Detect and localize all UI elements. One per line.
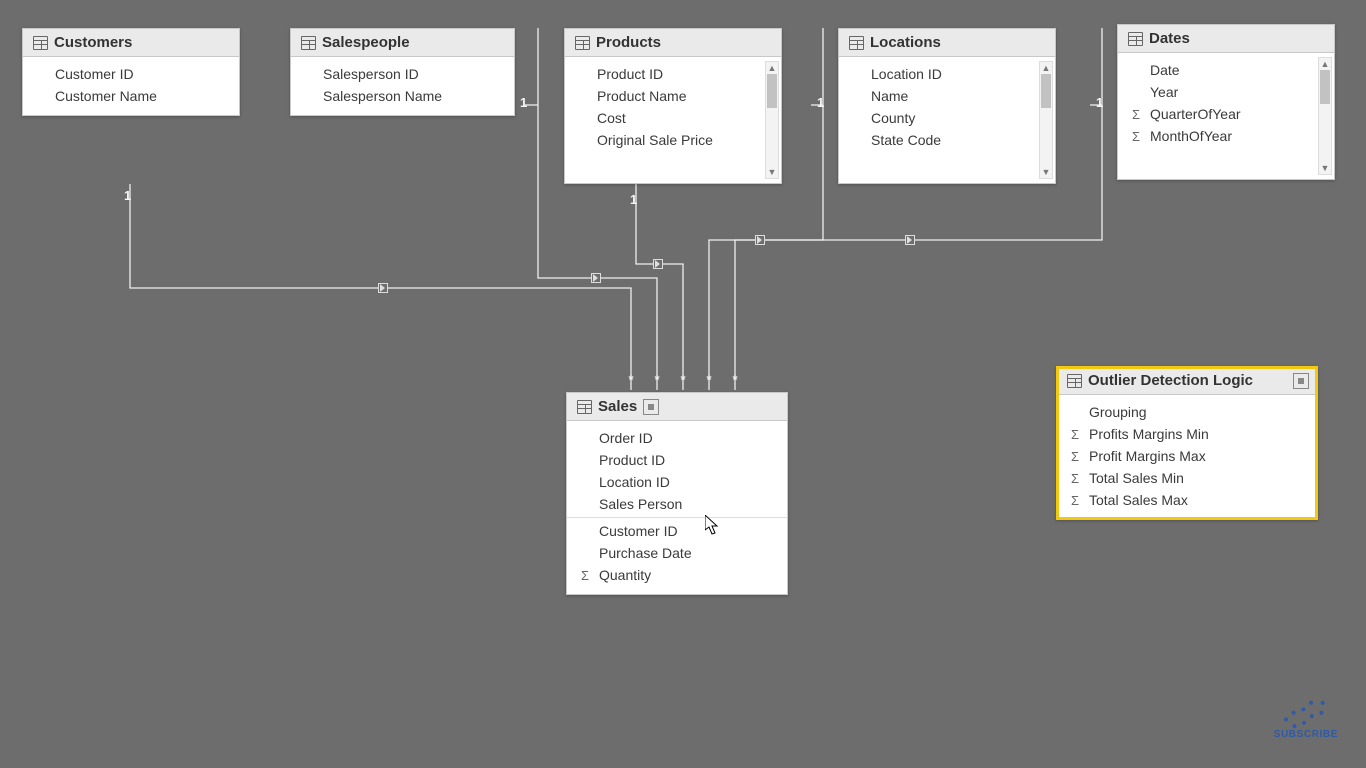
- sigma-icon: Σ: [1071, 449, 1089, 464]
- subscribe-watermark: SUBSCRIBE: [1274, 705, 1338, 740]
- cardinality-products: 1: [630, 192, 637, 207]
- field-row[interactable]: ΣOrder ID: [567, 427, 787, 449]
- table-header[interactable]: Dates: [1118, 25, 1334, 53]
- table-icon: [1128, 32, 1143, 46]
- table-salespeople[interactable]: Salespeople ΣSalesperson ID ΣSalesperson…: [290, 28, 515, 116]
- many-end-3: *: [680, 372, 685, 387]
- many-end-1: *: [628, 372, 633, 387]
- field-row[interactable]: ΣCustomer Name: [23, 85, 239, 107]
- table-locations[interactable]: Locations ΣLocation ID ΣName ΣCounty ΣSt…: [838, 28, 1056, 184]
- sigma-icon: Σ: [1071, 471, 1089, 486]
- field-row[interactable]: ΣLocation ID: [567, 471, 787, 493]
- storage-mode-icon: [643, 399, 659, 415]
- filter-direction-marker: [905, 235, 915, 245]
- table-icon: [33, 36, 48, 50]
- field-row[interactable]: ΣYear: [1118, 81, 1334, 103]
- table-title: Locations: [870, 34, 941, 51]
- field-row[interactable]: ΣName: [839, 85, 1055, 107]
- field-row[interactable]: ΣQuantity: [567, 564, 787, 586]
- sigma-icon: Σ: [1132, 107, 1150, 122]
- field-row[interactable]: ΣCounty: [839, 107, 1055, 129]
- table-icon: [577, 400, 592, 414]
- table-icon: [301, 36, 316, 50]
- filter-direction-marker: [653, 259, 663, 269]
- sigma-icon: Σ: [1071, 493, 1089, 508]
- field-row[interactable]: ΣDate: [1118, 59, 1334, 81]
- scroll-down-icon[interactable]: ▼: [768, 166, 777, 178]
- table-header[interactable]: Sales: [567, 393, 787, 421]
- table-icon: [1067, 374, 1082, 388]
- table-title: Salespeople: [322, 34, 410, 51]
- table-header[interactable]: Products: [565, 29, 781, 57]
- sigma-icon: Σ: [1071, 427, 1089, 442]
- filter-direction-marker: [591, 273, 601, 283]
- field-row[interactable]: ΣLocation ID: [839, 63, 1055, 85]
- field-row[interactable]: ΣTotal Sales Max: [1057, 489, 1317, 511]
- table-title: Products: [596, 34, 661, 51]
- field-row[interactable]: ΣSalesperson Name: [291, 85, 514, 107]
- table-products[interactable]: Products ΣProduct ID ΣProduct Name ΣCost…: [564, 28, 782, 184]
- scroll-up-icon[interactable]: ▲: [1321, 58, 1330, 70]
- table-header[interactable]: Salespeople: [291, 29, 514, 57]
- scroll-thumb[interactable]: [1320, 70, 1330, 104]
- field-row[interactable]: ΣProduct ID: [567, 449, 787, 471]
- scroll-up-icon[interactable]: ▲: [1042, 62, 1051, 74]
- field-row[interactable]: ΣProfit Margins Max: [1057, 445, 1317, 467]
- table-header[interactable]: Locations: [839, 29, 1055, 57]
- field-row[interactable]: ΣSalesperson ID: [291, 63, 514, 85]
- field-row[interactable]: ΣSales Person: [567, 493, 787, 515]
- many-end-4: *: [706, 372, 711, 387]
- scroll-thumb[interactable]: [1041, 74, 1051, 108]
- table-title: Sales: [598, 398, 637, 415]
- storage-mode-icon: [1293, 373, 1309, 389]
- field-row[interactable]: ΣProduct ID: [565, 63, 781, 85]
- table-title: Dates: [1149, 30, 1190, 47]
- field-row[interactable]: ΣCustomer ID: [567, 520, 787, 542]
- table-header[interactable]: Outlier Detection Logic: [1057, 367, 1317, 395]
- field-row[interactable]: ΣPurchase Date: [567, 542, 787, 564]
- table-header[interactable]: Customers: [23, 29, 239, 57]
- watermark-text: SUBSCRIBE: [1274, 729, 1338, 740]
- field-row[interactable]: ΣTotal Sales Min: [1057, 467, 1317, 489]
- scrollbar[interactable]: ▲ ▼: [1318, 57, 1332, 175]
- cardinality-customers: 1: [124, 188, 131, 203]
- field-row[interactable]: ΣState Code: [839, 129, 1055, 151]
- field-row[interactable]: ΣMonthOfYear: [1118, 125, 1334, 147]
- filter-direction-marker: [755, 235, 765, 245]
- field-row[interactable]: ΣQuarterOfYear: [1118, 103, 1334, 125]
- field-row[interactable]: ΣCustomer ID: [23, 63, 239, 85]
- scrollbar[interactable]: ▲ ▼: [765, 61, 779, 179]
- field-row[interactable]: ΣCost: [565, 107, 781, 129]
- many-end-5: *: [732, 372, 737, 387]
- scroll-down-icon[interactable]: ▼: [1042, 166, 1051, 178]
- field-row[interactable]: ΣProfits Margins Min: [1057, 423, 1317, 445]
- divider: [567, 517, 787, 518]
- scrollbar[interactable]: ▲ ▼: [1039, 61, 1053, 179]
- field-row[interactable]: ΣOriginal Sale Price: [565, 129, 781, 151]
- table-dates[interactable]: Dates ΣDate ΣYear ΣQuarterOfYear ΣMonthO…: [1117, 24, 1335, 180]
- cardinality-salespeople: 1: [520, 95, 527, 110]
- many-end-2: *: [654, 372, 659, 387]
- field-row[interactable]: ΣGrouping: [1057, 401, 1317, 423]
- table-title: Outlier Detection Logic: [1088, 372, 1253, 389]
- cardinality-locations: 1: [817, 95, 824, 110]
- table-sales[interactable]: Sales ΣOrder ID ΣProduct ID ΣLocation ID…: [566, 392, 788, 595]
- cardinality-dates: 1: [1096, 95, 1103, 110]
- scroll-up-icon[interactable]: ▲: [768, 62, 777, 74]
- sigma-icon: Σ: [1132, 129, 1150, 144]
- filter-direction-marker: [378, 283, 388, 293]
- scroll-down-icon[interactable]: ▼: [1321, 162, 1330, 174]
- table-outlier-detection[interactable]: Outlier Detection Logic ΣGrouping ΣProfi…: [1056, 366, 1318, 520]
- sigma-icon: Σ: [581, 568, 599, 583]
- table-title: Customers: [54, 34, 132, 51]
- field-row[interactable]: ΣProduct Name: [565, 85, 781, 107]
- scroll-thumb[interactable]: [767, 74, 777, 108]
- table-icon: [849, 36, 864, 50]
- table-icon: [575, 36, 590, 50]
- table-customers[interactable]: Customers ΣCustomer ID ΣCustomer Name: [22, 28, 240, 116]
